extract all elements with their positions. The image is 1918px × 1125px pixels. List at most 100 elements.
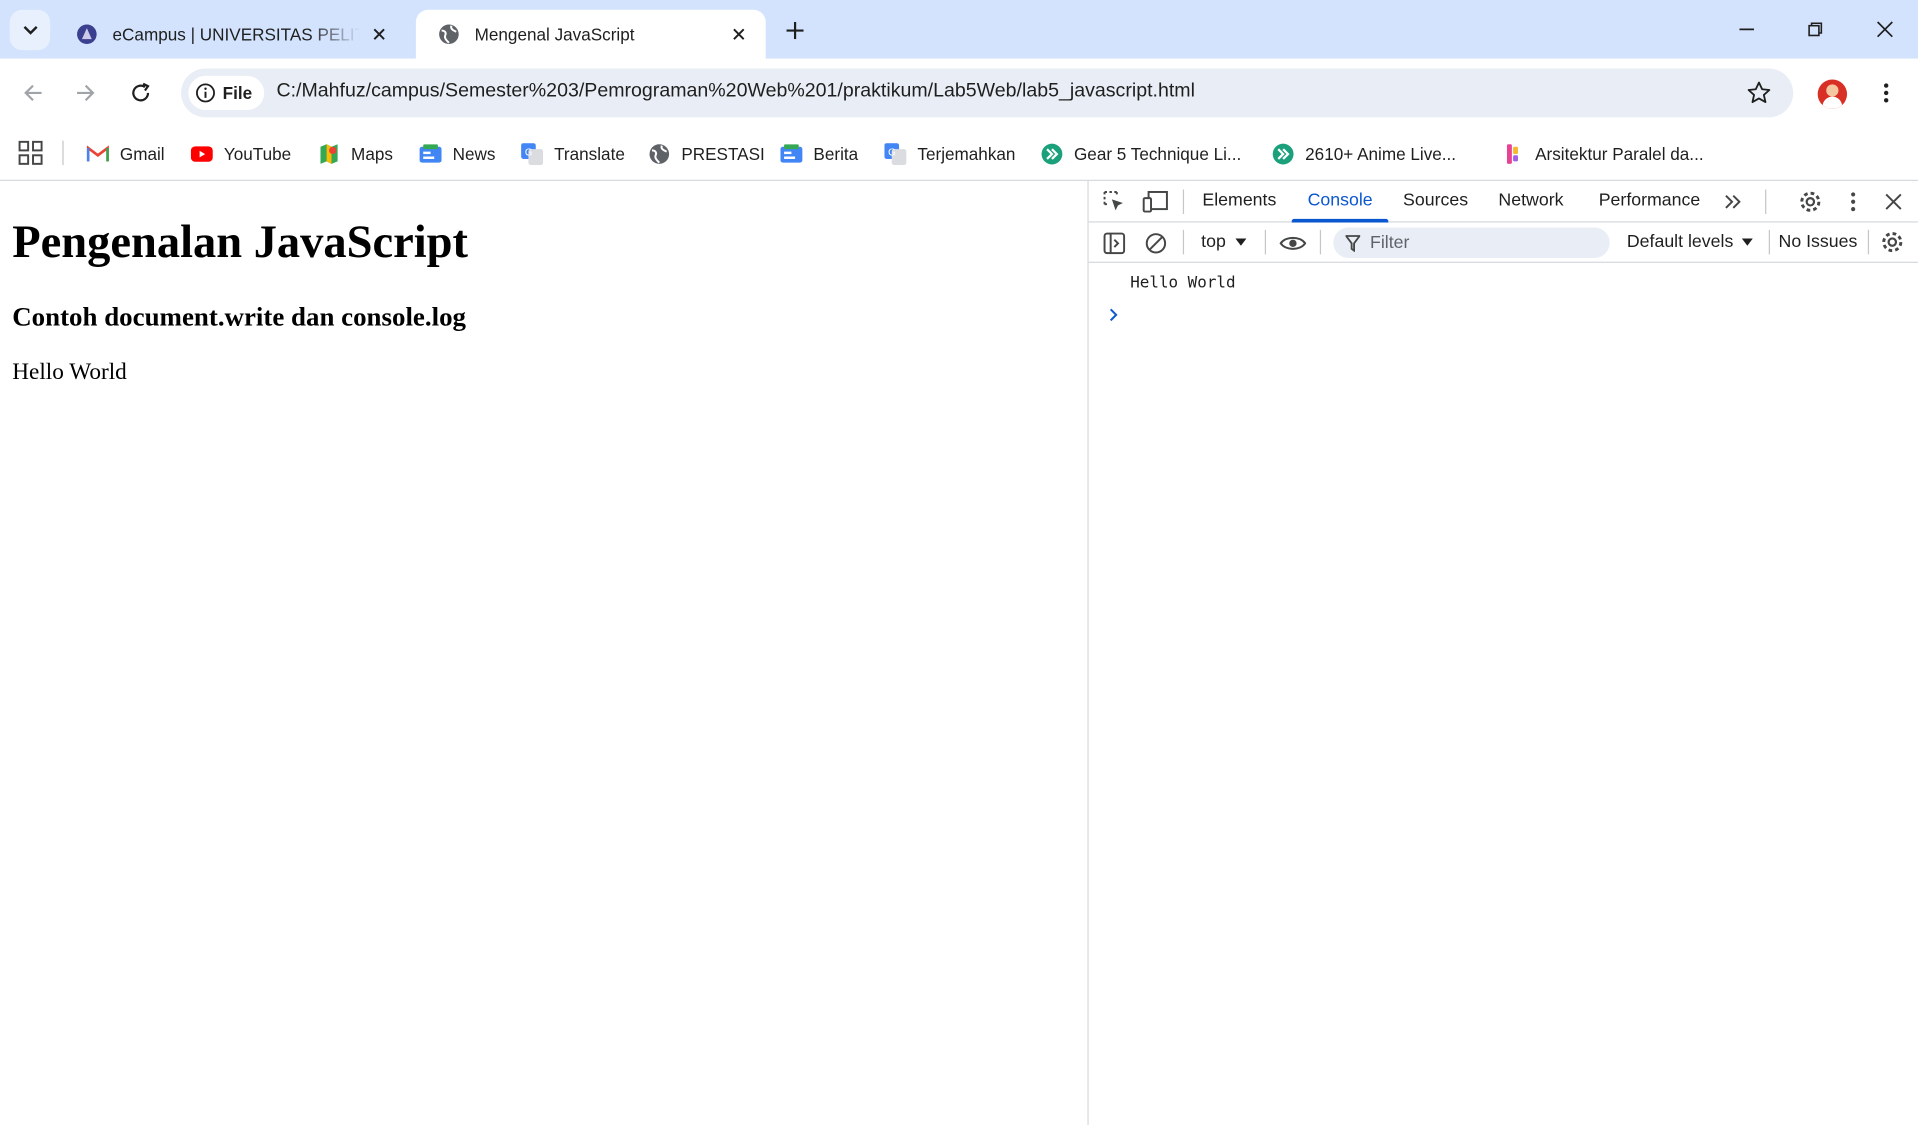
address-bar[interactable]: File C:/Mahfuz/campus/Semester%203/Pemro… xyxy=(181,68,1794,118)
toolbar-separator xyxy=(1768,229,1770,255)
tab-console[interactable]: Console xyxy=(1308,191,1373,211)
bookmark-label: Arsitektur Paralel da... xyxy=(1535,144,1704,164)
inspect-element-icon[interactable] xyxy=(1101,188,1128,215)
site-arrow-icon xyxy=(1041,143,1063,165)
toolbar-separator xyxy=(1264,229,1267,255)
bookmark-gear5[interactable]: Gear 5 Technique Li... xyxy=(1041,139,1241,168)
tab-elements[interactable]: Elements xyxy=(1202,191,1276,211)
tab-performance[interactable]: Performance xyxy=(1599,191,1701,211)
apps-grid-icon[interactable] xyxy=(17,139,44,166)
live-expression-eye-icon[interactable] xyxy=(1279,230,1307,257)
bookmark-label: Gear 5 Technique Li... xyxy=(1073,144,1242,164)
bookmark-terjemahkan[interactable]: G Terjemahkan xyxy=(884,139,1015,168)
devtools-tab-bar: Elements Console Sources Network Perform… xyxy=(1088,181,1918,223)
device-toolbar-icon[interactable] xyxy=(1142,188,1169,215)
log-levels-dropdown[interactable]: Default levels xyxy=(1627,232,1753,252)
context-label: top xyxy=(1201,232,1226,252)
close-tab-icon[interactable] xyxy=(727,22,751,46)
bookmark-label: News xyxy=(452,144,496,164)
google-news-icon xyxy=(780,143,803,165)
gmail-icon xyxy=(86,143,109,165)
console-settings-gear-icon[interactable] xyxy=(1879,229,1906,256)
bookmark-berita[interactable]: Berita xyxy=(780,139,858,168)
clear-console-icon[interactable] xyxy=(1142,230,1169,257)
toolbar-separator xyxy=(1182,229,1185,255)
svg-text:G: G xyxy=(525,147,533,158)
bookmark-label: YouTube xyxy=(223,144,292,164)
toolbar-separator xyxy=(1867,229,1870,255)
minimize-icon xyxy=(1739,28,1755,31)
context-selector[interactable]: top xyxy=(1201,232,1247,252)
file-label: File xyxy=(222,83,253,103)
filter-placeholder: Filter xyxy=(1369,232,1410,253)
page-subheading: Contoh document.write dan console.log xyxy=(12,300,466,332)
reload-button[interactable] xyxy=(124,76,158,110)
dropdown-arrow-icon xyxy=(1741,238,1753,246)
settings-gear-icon[interactable] xyxy=(1797,188,1824,215)
window-close-button[interactable] xyxy=(1868,12,1902,46)
bookmark-gmail[interactable]: Gmail xyxy=(86,139,165,168)
levels-label: Default levels xyxy=(1626,232,1734,252)
tab-title: eCampus | UNIVERSITAS PELITA xyxy=(112,24,360,45)
site-info-chip[interactable]: File xyxy=(188,75,265,111)
new-tab-button[interactable] xyxy=(780,16,809,45)
console-filter-input[interactable]: Filter xyxy=(1333,227,1610,259)
dropdown-arrow-icon xyxy=(1235,238,1247,246)
page-body-text: Hello World xyxy=(12,359,127,386)
bookmark-news[interactable]: News xyxy=(419,139,496,168)
close-icon xyxy=(1877,21,1893,38)
bookmark-label: Translate xyxy=(554,144,625,164)
page-heading: Pengenalan JavaScript xyxy=(12,216,469,268)
site-logo-icon xyxy=(1502,143,1524,165)
browser-toolbar: File C:/Mahfuz/campus/Semester%203/Pemro… xyxy=(0,58,1918,128)
tab-search-button[interactable] xyxy=(9,9,51,51)
toolbar-separator xyxy=(1765,189,1767,214)
maps-icon xyxy=(318,143,340,165)
bookmark-star-button[interactable] xyxy=(1744,78,1773,107)
bookmark-youtube[interactable]: YouTube xyxy=(190,139,292,168)
close-tab-icon[interactable] xyxy=(367,22,391,46)
minimize-button[interactable] xyxy=(1730,12,1764,46)
site-arrow-icon xyxy=(1272,143,1294,165)
back-button[interactable] xyxy=(16,76,50,110)
university-logo-icon xyxy=(76,23,98,45)
bookmark-prestasi[interactable]: PRESTASI xyxy=(648,139,765,168)
globe-icon xyxy=(438,23,460,45)
bookmark-separator xyxy=(62,140,64,166)
tab-network[interactable]: Network xyxy=(1498,191,1563,211)
devtools-panel: Elements Console Sources Network Perform… xyxy=(1087,180,1918,1125)
more-tabs-icon[interactable] xyxy=(1720,188,1747,215)
issues-counter[interactable]: No Issues xyxy=(1779,232,1858,252)
forward-button[interactable] xyxy=(68,76,102,110)
bookmark-maps[interactable]: Maps xyxy=(318,139,393,168)
restore-button[interactable] xyxy=(1798,12,1832,46)
close-devtools-icon[interactable] xyxy=(1880,188,1907,215)
tab-mengenal-javascript[interactable]: Mengenal JavaScript xyxy=(415,9,766,59)
bookmark-label: Terjemahkan xyxy=(917,144,1016,164)
more-vertical-icon[interactable] xyxy=(1840,188,1867,215)
bookmark-label: Berita xyxy=(813,144,859,164)
url-text[interactable]: C:/Mahfuz/campus/Semester%203/Pemrograma… xyxy=(276,81,1194,103)
bookmark-label: Gmail xyxy=(119,144,165,164)
bookmark-anime-live[interactable]: 2610+ Anime Live... xyxy=(1272,139,1456,168)
console-log-message: Hello World xyxy=(1130,273,1236,293)
filter-icon xyxy=(1345,234,1361,252)
svg-text:G: G xyxy=(888,147,896,158)
tab-ecampus[interactable]: eCampus | UNIVERSITAS PELITA xyxy=(54,10,406,59)
bookmark-arsitektur[interactable]: Arsitektur Paralel da... xyxy=(1502,139,1704,168)
toolbar-separator xyxy=(1182,189,1185,214)
page-viewport: Pengenalan JavaScript Contoh document.wr… xyxy=(0,180,1088,1125)
star-icon xyxy=(1747,81,1771,104)
browser-menu-button[interactable] xyxy=(1871,78,1900,107)
show-sidebar-icon[interactable] xyxy=(1101,230,1128,257)
bookmark-translate[interactable]: G Translate xyxy=(521,139,625,168)
bookmark-label: PRESTASI xyxy=(681,144,765,164)
tab-sources[interactable]: Sources xyxy=(1403,191,1468,211)
globe-icon xyxy=(648,143,670,165)
bookmark-label: 2610+ Anime Live... xyxy=(1305,144,1457,164)
google-news-icon xyxy=(419,143,442,165)
tab-strip: eCampus | UNIVERSITAS PELITA Mengenal Ja… xyxy=(0,0,1918,59)
console-prompt-chevron-icon[interactable] xyxy=(1106,306,1121,323)
profile-avatar[interactable] xyxy=(1817,79,1848,109)
tab-title: Mengenal JavaScript xyxy=(474,24,635,45)
